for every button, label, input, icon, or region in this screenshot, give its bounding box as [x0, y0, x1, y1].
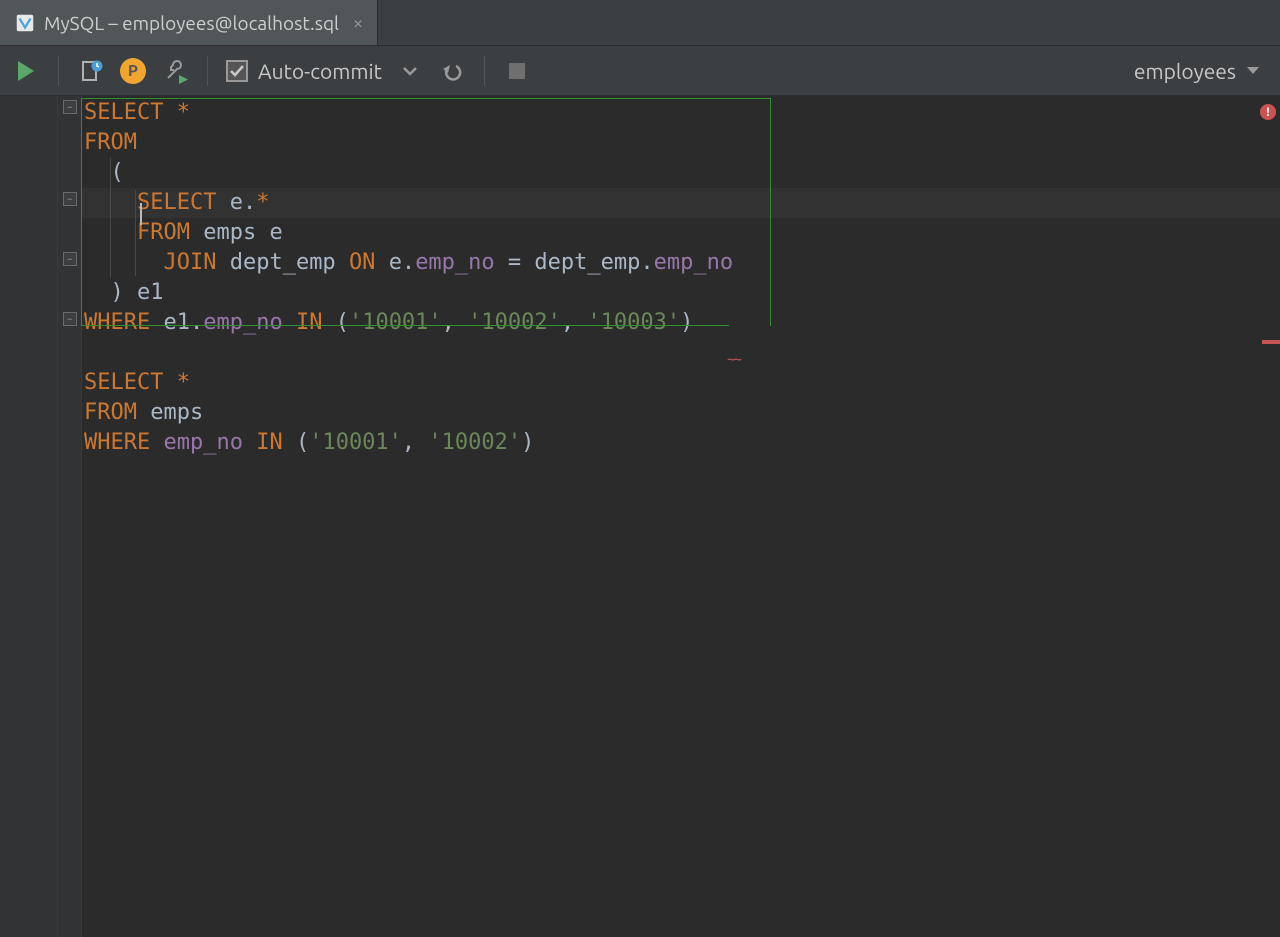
- code-line[interactable]: JOIN dept_emp ON e.emp_no = dept_emp.emp…: [82, 248, 1280, 278]
- chevron-down-icon: [1244, 59, 1262, 83]
- code-token: (: [296, 430, 309, 455]
- code-token: emp_no: [654, 250, 733, 275]
- code-token: '10001': [349, 310, 442, 335]
- code-token: e1: [137, 280, 164, 305]
- code-token: e.: [230, 190, 257, 215]
- code-token: '10002': [428, 430, 521, 455]
- fold-marker-icon[interactable]: [63, 100, 77, 114]
- caret: [140, 203, 142, 225]
- code-token: (: [84, 160, 124, 185]
- code-token: FROM: [137, 220, 203, 245]
- code-token: = dept_emp.: [495, 250, 654, 275]
- code-line[interactable]: SELECT *: [82, 98, 1280, 128]
- code-token: emps e: [203, 220, 282, 245]
- code-line[interactable]: FROM emps: [82, 398, 1280, 428]
- explain-plan-button[interactable]: P: [119, 57, 147, 85]
- code-token: [84, 250, 163, 275]
- toolbar: P Auto-commit employees: [0, 46, 1280, 96]
- code-token: (: [336, 310, 349, 335]
- code-token: dept_emp: [230, 250, 349, 275]
- code-line[interactable]: (: [82, 158, 1280, 188]
- code-token: IN: [243, 430, 296, 455]
- stop-button[interactable]: [503, 57, 531, 85]
- rollback-button[interactable]: [438, 57, 466, 85]
- code-line[interactable]: SELECT *: [82, 368, 1280, 398]
- indent-guide: [110, 158, 111, 278]
- code-line[interactable]: FROM: [82, 128, 1280, 158]
- code-token: SELECT: [137, 190, 230, 215]
- database-icon: [14, 12, 36, 34]
- error-indicator-icon[interactable]: !: [1260, 104, 1276, 120]
- code-token: emp_no: [163, 430, 242, 455]
- code-token: *: [177, 100, 190, 125]
- history-button[interactable]: [77, 57, 105, 85]
- code-token: ): [680, 310, 693, 335]
- code-line[interactable]: WHERE e1.emp_no IN ('10001', '10002', '1…: [82, 308, 1280, 338]
- code-line[interactable]: WHERE emp_no IN ('10001', '10002'): [82, 428, 1280, 458]
- separator: [58, 56, 59, 86]
- error-stripe-mark[interactable]: [1262, 340, 1280, 344]
- file-tab[interactable]: MySQL – employees@localhost.sql ×: [0, 0, 378, 45]
- close-icon[interactable]: ×: [353, 13, 363, 33]
- gutter[interactable]: [0, 96, 58, 937]
- error-squiggle: ~~: [727, 345, 740, 375]
- run-button[interactable]: [12, 57, 40, 85]
- indent-guide: [135, 190, 136, 276]
- code-token: FROM: [84, 400, 150, 425]
- code-token: SELECT: [84, 370, 177, 395]
- code-token: ): [84, 280, 137, 305]
- separator: [484, 56, 485, 86]
- code-token: '10001': [309, 430, 402, 455]
- tab-title: MySQL – employees@localhost.sql: [44, 12, 339, 34]
- code-line[interactable]: ) e1: [82, 278, 1280, 308]
- code-token: emp_no: [415, 250, 494, 275]
- code-token: IN: [283, 310, 336, 335]
- commit-dropdown-button[interactable]: [396, 57, 424, 85]
- tab-bar: MySQL – employees@localhost.sql ×: [0, 0, 1280, 46]
- schema-selector[interactable]: employees: [1134, 59, 1268, 83]
- schema-label: employees: [1134, 59, 1236, 83]
- code-token: *: [177, 370, 190, 395]
- fold-gutter[interactable]: [58, 96, 82, 937]
- code-token: '10003': [587, 310, 680, 335]
- autocommit-checkbox[interactable]: Auto-commit: [226, 59, 382, 83]
- code-token: *: [256, 190, 269, 215]
- code-token: FROM: [84, 130, 137, 155]
- code-token: ): [521, 430, 534, 455]
- code-token: SELECT: [84, 100, 177, 125]
- p-badge-icon: P: [120, 58, 146, 84]
- editor[interactable]: ~~ SELECT *FROM ( SELECT e.* FROM emps e…: [0, 96, 1280, 937]
- code-area[interactable]: ~~ SELECT *FROM ( SELECT e.* FROM emps e…: [82, 96, 1280, 937]
- fold-marker-icon[interactable]: [63, 192, 77, 206]
- code-token: WHERE: [84, 430, 163, 455]
- code-token: ,: [561, 310, 588, 335]
- code-token: ,: [442, 310, 469, 335]
- fold-marker-icon[interactable]: [63, 252, 77, 266]
- fold-marker-icon[interactable]: [63, 312, 77, 326]
- checkbox-icon: [226, 60, 248, 82]
- code-token: e1.: [163, 310, 203, 335]
- code-token: emps: [150, 400, 203, 425]
- code-token: '10002': [468, 310, 561, 335]
- autocommit-label: Auto-commit: [258, 59, 382, 83]
- code-token: emp_no: [203, 310, 282, 335]
- code-line[interactable]: FROM emps e: [82, 218, 1280, 248]
- code-token: WHERE: [84, 310, 163, 335]
- separator: [207, 56, 208, 86]
- code-line[interactable]: [82, 338, 1280, 368]
- code-token: e.: [389, 250, 416, 275]
- settings-run-button[interactable]: [161, 57, 189, 85]
- code-line[interactable]: SELECT e.*: [82, 188, 1280, 218]
- code-token: ,: [402, 430, 429, 455]
- code-token: ON: [349, 250, 389, 275]
- code-token: JOIN: [163, 250, 229, 275]
